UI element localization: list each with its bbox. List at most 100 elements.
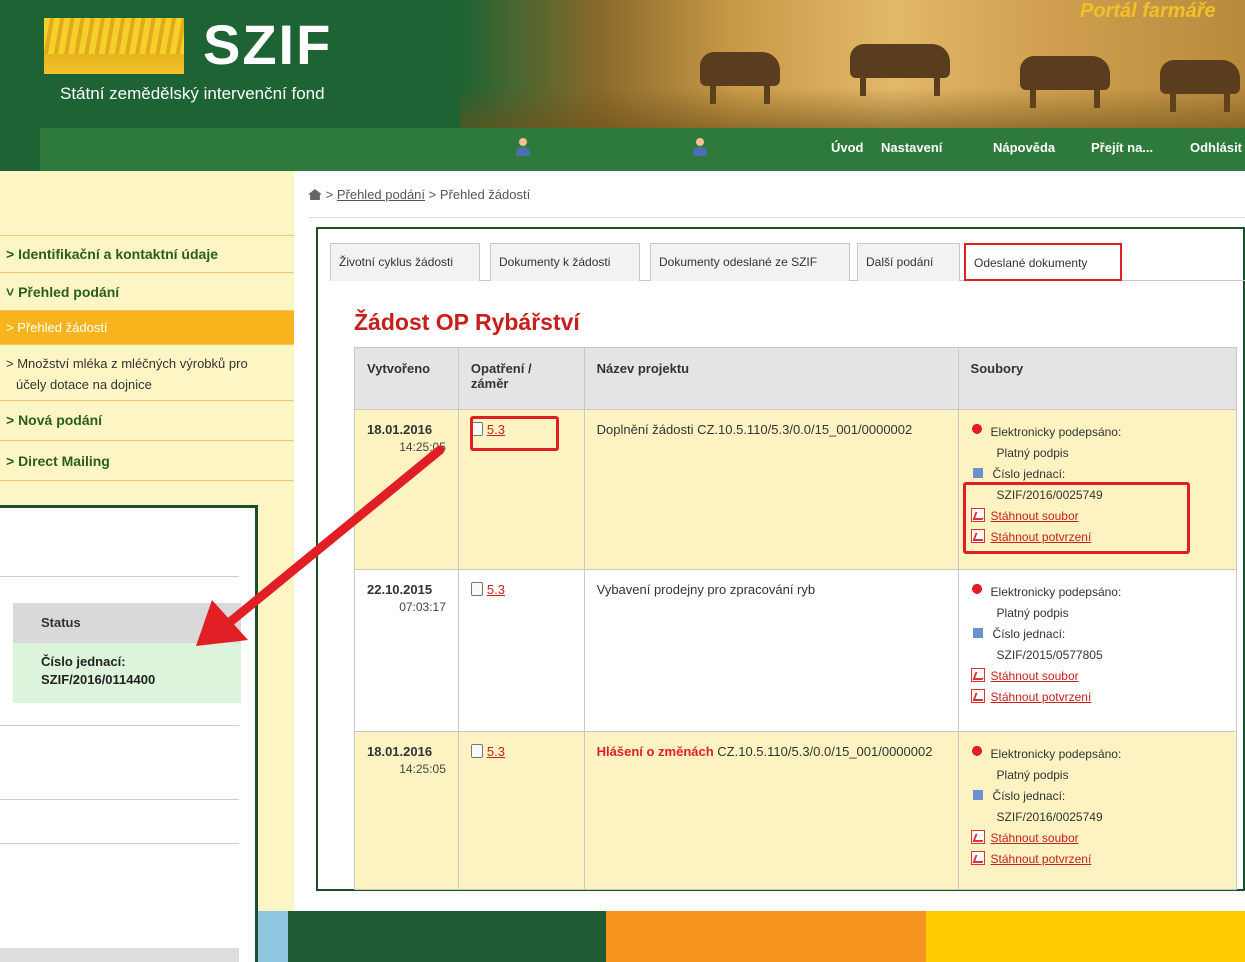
inset-footer-row <box>0 948 239 962</box>
created-date: 22.10.2015 <box>367 582 433 597</box>
column-header-files: Soubory <box>957 347 1238 410</box>
project-name: CZ.10.5.110/5.3/0.0/15_001/0000002 <box>717 744 933 759</box>
document-icon[interactable] <box>470 422 483 436</box>
user-switch-icon[interactable] <box>693 138 707 156</box>
signature-ribbon-icon <box>970 424 983 438</box>
pdf-icon <box>970 668 985 682</box>
change-report-label: Hlášení o změnách <box>596 744 714 759</box>
portal-title: Portál farmáře <box>1080 0 1216 22</box>
measure-cell: 5.3 <box>457 569 585 732</box>
footer-block-green <box>288 911 606 962</box>
breadcrumb-link-submissions[interactable]: Přehled podání <box>337 187 425 202</box>
download-confirmation-link[interactable]: Stáhnout potvrzení <box>991 530 1092 544</box>
nav-help[interactable]: Nápověda <box>993 140 1055 155</box>
request-detail-panel: Životní cyklus žádosti Dokumenty k žádos… <box>316 227 1245 891</box>
book-icon <box>972 628 983 638</box>
tab-request-documents[interactable]: Dokumenty k žádosti <box>490 243 640 281</box>
measure-cell: 5.3 <box>457 731 585 890</box>
divider <box>0 725 239 726</box>
reference-label: Číslo jednací: <box>992 789 1066 803</box>
download-file-link[interactable]: Stáhnout soubor <box>991 831 1079 845</box>
created-cell: 22.10.2015 07:03:17 <box>354 569 459 732</box>
cow-silhouette <box>700 52 780 104</box>
files-cell: Elektronicky podepsáno: Platný podpis Čí… <box>957 731 1238 890</box>
column-header-project: Název projektu <box>583 347 959 410</box>
nav-left-strip <box>0 128 40 171</box>
created-date: 18.01.2016 <box>367 422 433 437</box>
status-cell: Číslo jednací: SZIF/2016/0114400 <box>13 643 241 703</box>
szif-logo-icon[interactable] <box>44 18 184 74</box>
measure-link[interactable]: 5.3 <box>487 582 505 597</box>
user-icon[interactable] <box>516 138 530 156</box>
book-icon <box>972 790 983 800</box>
cow-silhouette <box>1020 56 1110 108</box>
pdf-icon <box>970 830 985 844</box>
tab-documents-from-szif[interactable]: Dokumenty odeslané ze SZIF <box>650 243 850 281</box>
tab-other-submissions[interactable]: Další podání <box>857 243 960 281</box>
home-icon[interactable] <box>308 189 322 200</box>
document-icon[interactable] <box>470 582 483 596</box>
breadcrumb: > Přehled podání > Přehled žádostí <box>308 187 530 202</box>
table-row: 18.01.2016 14:25:05 5.3 Hlášení o změnác… <box>354 731 1238 890</box>
table-row: 18.01.2016 14:25:05 5.3 Doplnění žádosti… <box>354 409 1238 570</box>
logo-subtitle: Státní zemědělský intervenční fond <box>60 84 325 103</box>
status-inset-panel: Status Číslo jednací: SZIF/2016/0114400 <box>0 505 258 962</box>
download-confirmation-link[interactable]: Stáhnout potvrzení <box>991 852 1092 866</box>
reference-number: SZIF/2016/0025749 <box>996 810 1103 824</box>
footer-strip <box>258 911 1245 962</box>
nav-home[interactable]: Úvod <box>831 140 864 155</box>
download-confirmation-link[interactable]: Stáhnout potvrzení <box>991 690 1092 704</box>
download-file-link[interactable]: Stáhnout soubor <box>991 669 1079 683</box>
logo-text[interactable]: SZIF <box>203 12 332 77</box>
tab-bar: Životní cyklus žádosti Dokumenty k žádos… <box>330 243 1245 281</box>
download-file-link[interactable]: Stáhnout soubor <box>991 509 1079 523</box>
status-reference-number: SZIF/2016/0114400 <box>41 672 156 687</box>
cow-silhouette <box>1160 60 1240 112</box>
measure-link[interactable]: 5.3 <box>487 744 505 759</box>
pdf-icon <box>970 508 985 522</box>
measure-cell: 5.3 <box>457 409 585 570</box>
sidebar-item-submissions[interactable]: ˅ Přehled podání <box>0 273 294 311</box>
reference-label: Číslo jednací: <box>992 467 1066 481</box>
pdf-icon <box>970 529 985 543</box>
main-content: > Přehled podání > Přehled žádostí Život… <box>294 171 1245 911</box>
reference-number: SZIF/2016/0025749 <box>996 488 1103 502</box>
footer-block-blue <box>258 911 288 962</box>
signed-label: Elektronicky podepsáno: <box>990 425 1122 439</box>
signature-valid: Platný podpis <box>996 606 1069 620</box>
pdf-icon <box>970 851 985 865</box>
sidebar-item-milk-line2: účely dotace na dojnice <box>16 377 152 392</box>
status-column-header: Status <box>13 603 241 643</box>
tab-lifecycle[interactable]: Životní cyklus žádosti <box>330 243 480 281</box>
tab-sent-documents[interactable]: Odeslané dokumenty <box>964 243 1122 281</box>
created-time: 14:25:05 <box>399 762 446 776</box>
sidebar-item-requests[interactable]: > Přehled žádostí <box>0 311 294 345</box>
sidebar-item-new-submission[interactable]: > Nová podání <box>0 401 294 441</box>
project-cell: Doplnění žádosti CZ.10.5.110/5.3/0.0/15_… <box>583 409 959 570</box>
project-name: Vybavení prodejny pro zpracování ryb <box>596 582 816 597</box>
signed-label: Elektronicky podepsáno: <box>990 585 1122 599</box>
signed-label: Elektronicky podepsáno: <box>990 747 1122 761</box>
nav-logout[interactable]: Odhlásit <box>1190 140 1242 155</box>
nav-go-to[interactable]: Přejít na... <box>1091 140 1153 155</box>
signature-valid: Platný podpis <box>996 768 1069 782</box>
column-header-created: Vytvořeno <box>354 347 459 410</box>
sidebar-item-milk-line1: > Množství mléka z mléčných výrobků pro <box>6 356 248 371</box>
divider <box>0 799 239 800</box>
nav-settings[interactable]: Nastavení <box>881 140 942 155</box>
created-cell: 18.01.2016 14:25:05 <box>354 731 459 890</box>
sidebar-item-milk[interactable]: > Množství mléka z mléčných výrobků pro … <box>0 345 294 401</box>
breadcrumb-divider <box>308 217 1245 218</box>
sidebar-item-contact-info[interactable]: > Identifikační a kontaktní údaje <box>0 235 294 273</box>
project-cell: Vybavení prodejny pro zpracování ryb <box>583 569 959 732</box>
signature-ribbon-icon <box>970 584 983 598</box>
reference-label: Číslo jednací: <box>992 627 1066 641</box>
project-name: Doplnění žádosti CZ.10.5.110/5.3/0.0/15_… <box>596 422 913 437</box>
document-icon[interactable] <box>470 744 483 758</box>
footer-block-yellow <box>926 911 1245 962</box>
requests-table: Vytvořeno Opatření / záměr Název projekt… <box>354 347 1238 890</box>
measure-link[interactable]: 5.3 <box>487 422 505 437</box>
sidebar-item-direct-mailing[interactable]: > Direct Mailing <box>0 441 294 481</box>
breadcrumb-separator: > <box>325 187 334 202</box>
header-banner: SZIF Státní zemědělský intervenční fond … <box>0 0 1245 128</box>
